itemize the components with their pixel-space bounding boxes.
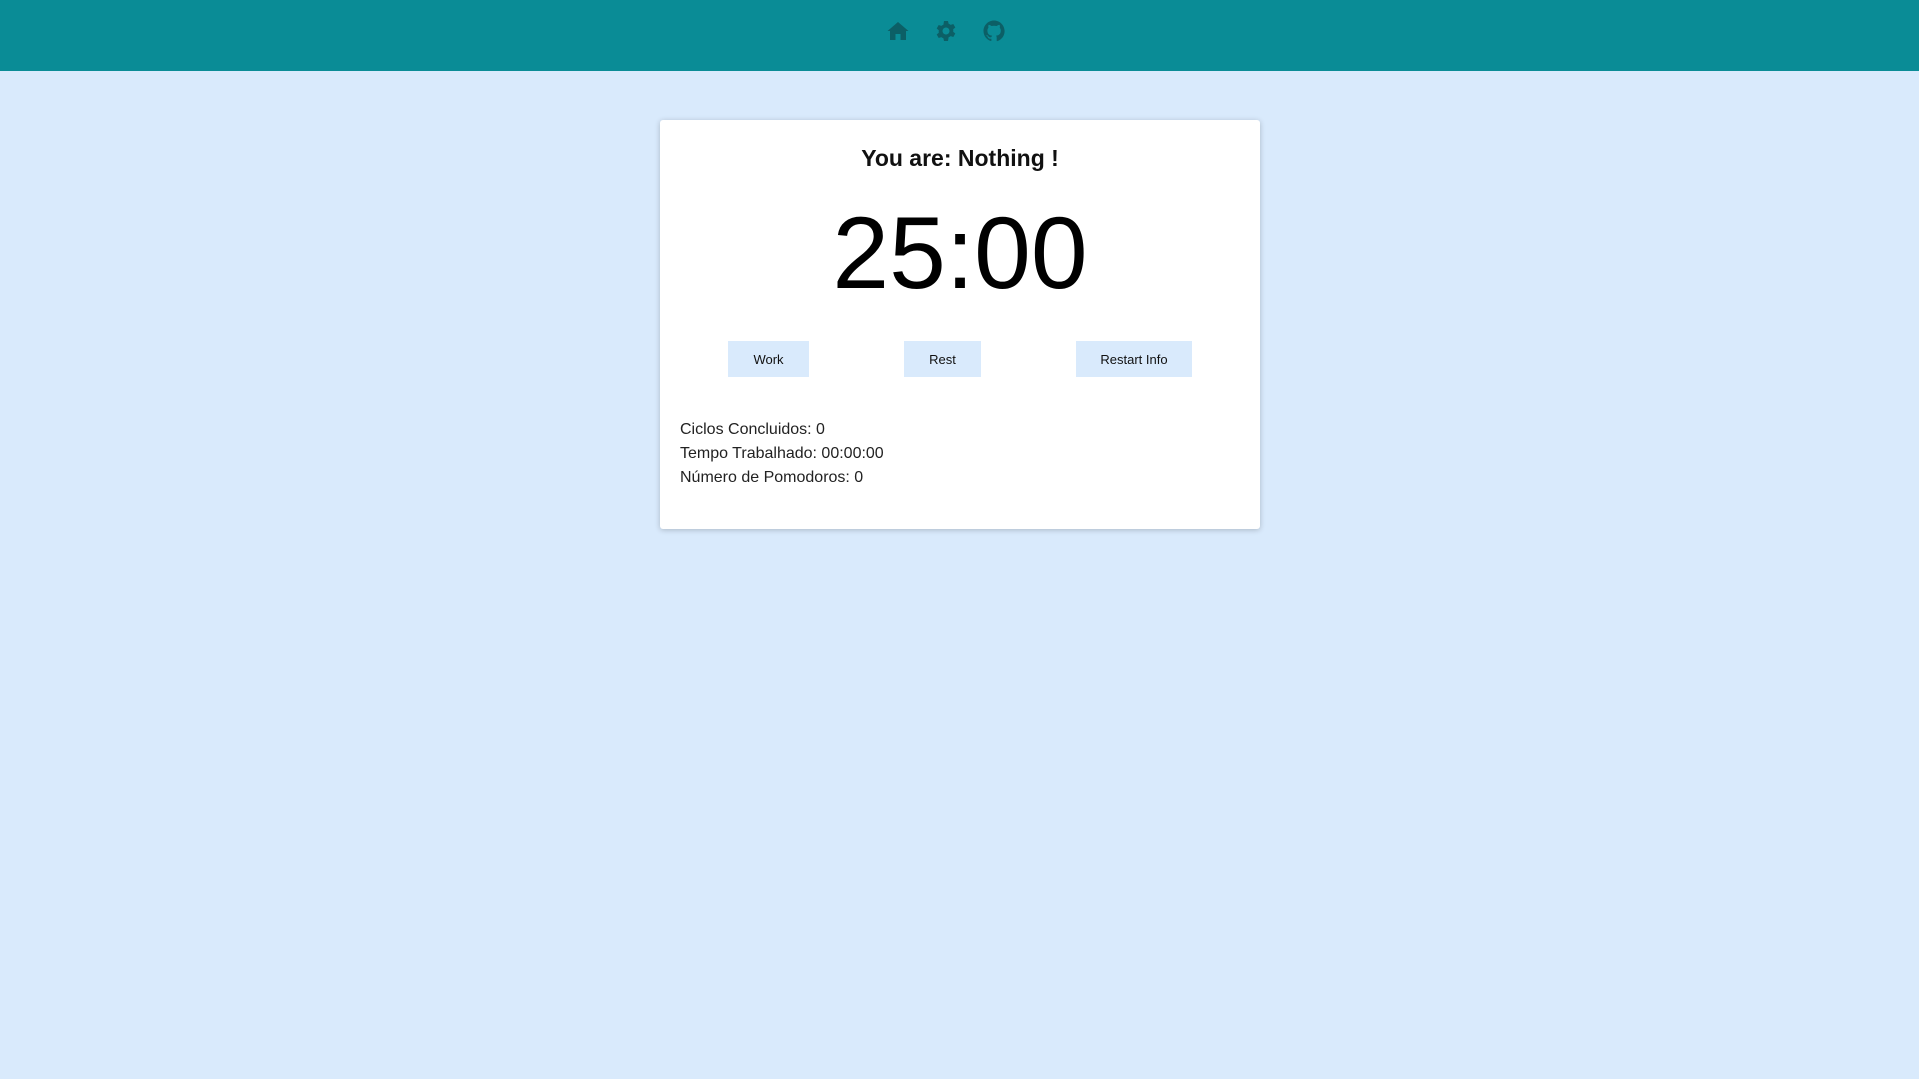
pomodoro-count-stat: Número de Pomodoros: 0 bbox=[680, 469, 864, 486]
completed-cycles-stat: Ciclos Concluidos: 0 bbox=[680, 421, 825, 438]
home-icon[interactable] bbox=[886, 19, 910, 43]
work-button[interactable]: Work bbox=[728, 341, 809, 377]
time-worked-stat: Tempo Trabalhado: 00:00:00 bbox=[680, 445, 884, 462]
github-icon[interactable] bbox=[982, 19, 1006, 43]
top-nav-bar bbox=[0, 0, 1919, 71]
restart-info-button[interactable]: Restart Info bbox=[1076, 341, 1192, 377]
nav-icon-group bbox=[886, 19, 1006, 43]
rest-button[interactable]: Rest bbox=[904, 341, 981, 377]
pomodoro-card: You are: Nothing ! 25:00 Work Rest Resta… bbox=[660, 120, 1260, 529]
gear-icon[interactable] bbox=[934, 19, 958, 43]
timer-display: 25:00 bbox=[832, 196, 1088, 310]
stats-panel: Ciclos Concluidos: 0 Tempo Trabalhado: 0… bbox=[680, 418, 884, 490]
status-title: You are: Nothing ! bbox=[861, 145, 1059, 171]
